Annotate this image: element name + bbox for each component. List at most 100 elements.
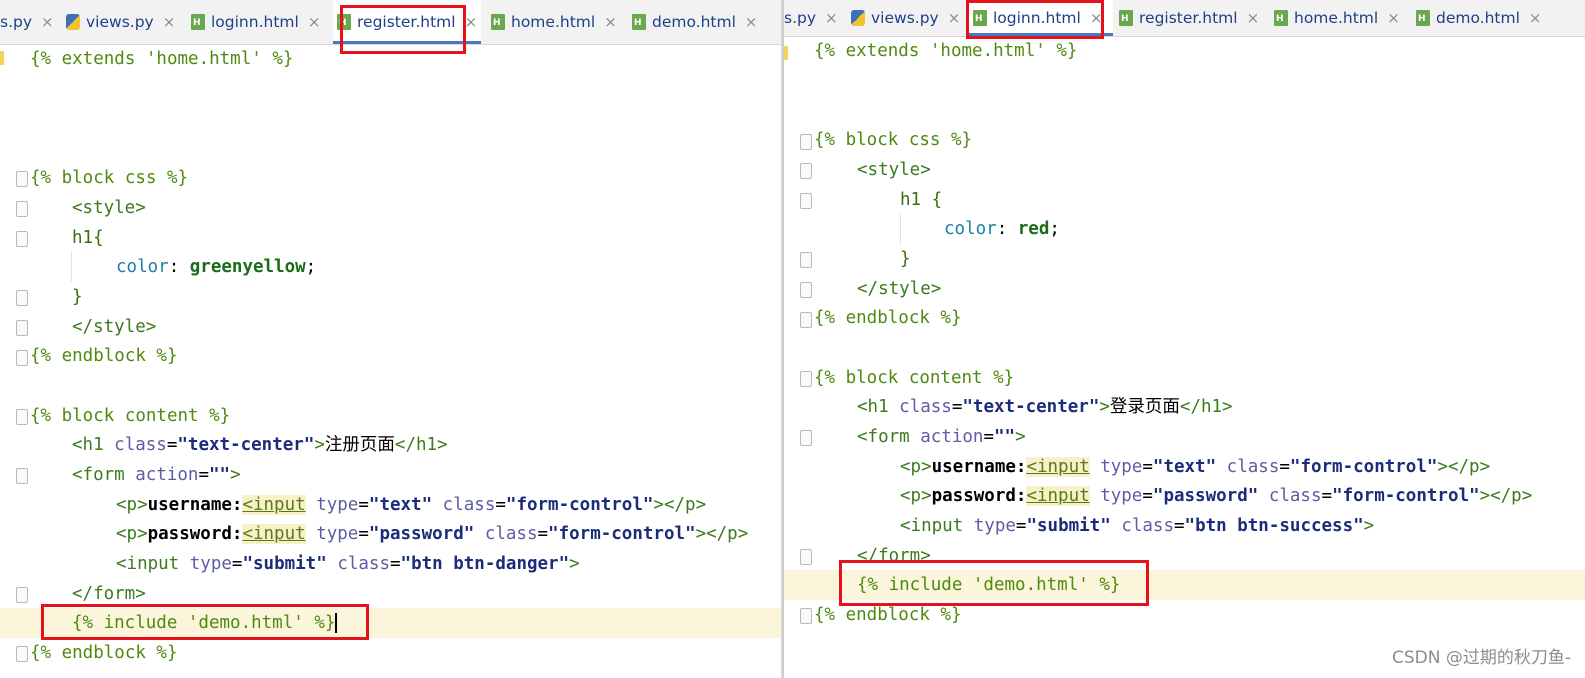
code-line: h1 { <box>784 185 1585 215</box>
code-line: <h1 class="text-center">注册页面</h1> <box>72 435 448 455</box>
code-password-label: password: <box>147 524 243 544</box>
html-file-icon <box>1416 10 1430 26</box>
code-style-close: </style> <box>857 279 942 299</box>
close-icon[interactable]: × <box>1529 9 1542 27</box>
code-include: {% include 'demo.html' %} <box>72 613 336 633</box>
tab-views-py[interactable]: views.py × <box>66 0 178 44</box>
code-line: <input type="submit" class="btn btn-dang… <box>116 554 580 574</box>
tab-label: register.html <box>357 13 456 31</box>
html-file-icon <box>491 14 505 30</box>
tab-register-html[interactable]: register.html × <box>1119 0 1261 36</box>
tab-demo-html[interactable]: demo.html × <box>1416 0 1546 36</box>
tab-label: loginn.html <box>211 13 299 31</box>
close-icon[interactable]: × <box>465 13 478 31</box>
code-line: } <box>0 282 781 312</box>
code-password-label: password: <box>931 486 1027 506</box>
code-line: <form action=""> <box>857 427 1026 447</box>
code-h1-text: 注册页面 <box>324 435 395 455</box>
python-file-icon <box>851 10 865 26</box>
left-tab-bar: s.py × views.py × loginn.html × register… <box>0 0 781 45</box>
code-line: {% endblock %} <box>0 638 781 668</box>
watermark: CSDN @过期的秋刀鱼- <box>1391 648 1571 668</box>
close-icon[interactable]: × <box>948 9 961 27</box>
html-file-icon <box>1274 10 1288 26</box>
html-file-icon <box>632 14 646 30</box>
tab-label: s.py <box>0 13 33 31</box>
code-block-css: {% block css %} <box>30 168 189 188</box>
code-line: </form> <box>784 541 1585 571</box>
tab-label: s.py <box>784 9 817 27</box>
close-icon[interactable]: × <box>604 13 617 31</box>
code-line: <form action=""> <box>72 465 241 485</box>
right-editor-pane: s.py × views.py × loginn.html × register… <box>783 0 1585 678</box>
code-line: </style> <box>784 274 1585 304</box>
code-line: {% extends 'home.html' %} <box>0 44 781 74</box>
left-editor-pane: s.py × views.py × loginn.html × register… <box>0 0 781 678</box>
code-style-open: <style> <box>72 198 146 218</box>
code-line: color: greenyellow; <box>116 257 317 277</box>
code-include: {% include 'demo.html' %} <box>857 575 1121 595</box>
code-style-close: </style> <box>72 317 157 337</box>
code-form-close: </form> <box>857 546 931 566</box>
tab-label: views.py <box>86 13 154 31</box>
code-line: <h1 class="text-center">登录页面</h1> <box>857 397 1233 417</box>
code-close-brace: } <box>900 249 911 269</box>
code-line: {% block content %} <box>0 401 781 431</box>
close-icon[interactable]: × <box>163 13 176 31</box>
code-line: <input type="submit" class="btn btn-succ… <box>900 516 1375 536</box>
close-icon[interactable]: × <box>1387 9 1400 27</box>
html-file-icon <box>191 14 205 30</box>
python-file-icon <box>66 14 80 30</box>
code-form-action: "" <box>208 465 231 485</box>
code-endblock: {% endblock %} <box>30 346 178 366</box>
code-form-close: </form> <box>72 584 146 604</box>
code-block-content: {% block content %} <box>30 406 231 426</box>
code-line: <p>password:<input type="password" class… <box>900 486 1533 506</box>
tab-label: home.html <box>1294 9 1379 27</box>
code-line: <p>username:<input type="text" class="fo… <box>116 495 707 515</box>
right-tab-bar: s.py × views.py × loginn.html × register… <box>784 0 1585 37</box>
tab-s-py[interactable]: s.py × <box>0 0 55 44</box>
code-line: <style> <box>784 155 1585 185</box>
code-css-selector: h1{ <box>72 228 104 248</box>
code-close-brace: } <box>72 287 83 307</box>
code-block-content: {% block content %} <box>814 368 1015 388</box>
code-line: {% extends 'home.html' %} <box>784 36 1585 66</box>
code-h1-text: 登录页面 <box>1109 397 1180 417</box>
tab-register-html[interactable]: register.html × <box>333 0 481 44</box>
close-icon[interactable]: × <box>1247 9 1260 27</box>
code-css-prop: color <box>116 257 169 277</box>
tab-label: views.py <box>871 9 939 27</box>
code-line: {% endblock %} <box>784 303 1585 333</box>
close-icon[interactable]: × <box>1090 9 1103 27</box>
tab-label: demo.html <box>652 13 736 31</box>
code-css-prop: color <box>944 219 997 239</box>
tab-label: home.html <box>511 13 596 31</box>
code-submit-class: "btn btn-danger" <box>400 554 570 574</box>
tab-demo-html[interactable]: demo.html × <box>632 0 762 44</box>
tab-home-html[interactable]: home.html × <box>1274 0 1400 36</box>
code-line: </style> <box>0 312 781 342</box>
code-line: h1{ <box>0 223 781 253</box>
close-icon[interactable]: × <box>308 13 321 31</box>
html-file-icon <box>1119 10 1133 26</box>
close-icon[interactable]: × <box>41 13 54 31</box>
close-icon[interactable]: × <box>825 9 838 27</box>
tab-loginn-html[interactable]: loginn.html × <box>191 0 326 44</box>
code-submit-class: "btn btn-success" <box>1184 516 1364 536</box>
html-file-icon <box>973 10 987 26</box>
tab-views-py[interactable]: views.py × <box>851 0 961 36</box>
code-css-value: greenyellow <box>189 257 306 277</box>
code-line: {% endblock %} <box>784 600 1585 630</box>
code-line: color: red; <box>944 219 1060 239</box>
tab-loginn-html[interactable]: loginn.html × <box>967 0 1113 36</box>
code-line: <p>username:<input type="text" class="fo… <box>900 457 1491 477</box>
text-caret <box>335 613 338 633</box>
code-line: {% block css %} <box>0 163 781 193</box>
code-endblock-2: {% endblock %} <box>814 605 962 625</box>
code-line: <style> <box>0 193 781 223</box>
tab-home-html[interactable]: home.html × <box>491 0 617 44</box>
close-icon[interactable]: × <box>745 13 758 31</box>
tab-s-py[interactable]: s.py × <box>784 0 839 36</box>
code-form-action: "" <box>993 427 1016 447</box>
